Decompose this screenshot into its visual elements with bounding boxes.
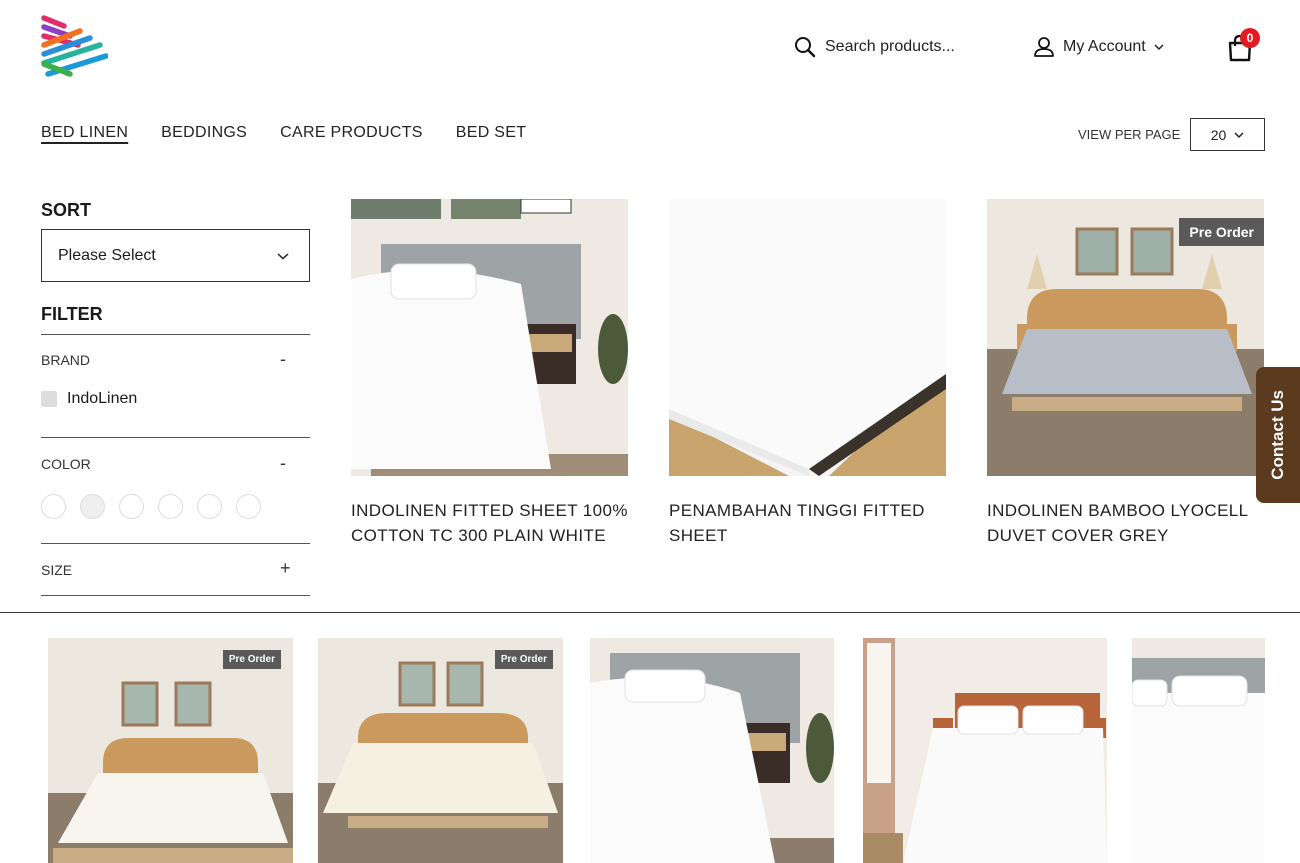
color-swatch[interactable] [236, 494, 261, 519]
product-card[interactable]: Pre Order INDOLINEN BAMBOO LYOCELL DUVET… [987, 199, 1264, 548]
product-card[interactable]: PENAMBAHAN TINGGI FITTED SHEET [669, 199, 946, 548]
category-nav: BED LINEN BEDDINGS CARE PRODUCTS BED SET [41, 124, 526, 142]
user-icon [1034, 37, 1054, 57]
view-per-page-value: 20 [1210, 126, 1227, 143]
sort-value: Please Select [58, 246, 156, 264]
color-swatch-white[interactable] [41, 494, 66, 519]
nav-beddings[interactable]: BEDDINGS [161, 124, 247, 142]
thumbnail-card[interactable]: Pre Order [318, 638, 563, 863]
section-divider [0, 612, 1300, 613]
search-placeholder: Search products... [825, 38, 955, 55]
view-per-page-label: VIEW PER PAGE [1078, 127, 1181, 142]
filter-heading: FILTER [41, 304, 103, 324]
view-per-page-select[interactable]: 20 [1190, 118, 1265, 151]
product-image[interactable]: Pre Order [987, 199, 1264, 476]
brand-filter-title[interactable]: BRAND [41, 352, 90, 368]
product-card[interactable]: INDOLINEN FITTED SHEET 100% COTTON TC 30… [351, 199, 628, 548]
size-expand-toggle[interactable]: + [280, 558, 291, 579]
chevron-down-icon [277, 252, 289, 260]
nav-care-products[interactable]: CARE PRODUCTS [280, 124, 423, 142]
pre-order-badge: Pre Order [222, 650, 281, 669]
pre-order-badge: Pre Order [494, 650, 553, 669]
color-collapse-toggle[interactable]: - [280, 453, 286, 474]
pre-order-badge: Pre Order [1179, 218, 1264, 246]
product-name[interactable]: INDOLINEN BAMBOO LYOCELL DUVET COVER GRE… [987, 498, 1264, 548]
chevron-down-icon [1234, 131, 1244, 138]
size-filter-title[interactable]: SIZE [41, 562, 72, 578]
sort-heading: SORT [41, 200, 92, 220]
account-label: My Account [1063, 38, 1146, 55]
thumbnail-card[interactable] [1132, 638, 1265, 863]
product-name[interactable]: INDOLINEN FITTED SHEET 100% COTTON TC 30… [351, 498, 628, 548]
contact-us-button[interactable]: Contact Us [1256, 367, 1300, 503]
divider [41, 334, 310, 335]
my-account-menu[interactable]: My Account [1033, 36, 1164, 58]
color-swatch[interactable] [119, 494, 144, 519]
brand-option-indolinen[interactable]: IndoLinen [41, 390, 137, 408]
nav-bed-set[interactable]: BED SET [456, 124, 527, 142]
divider [41, 595, 310, 596]
color-swatch-light-grey[interactable] [80, 494, 105, 519]
search-icon [795, 37, 816, 58]
color-swatch[interactable] [158, 494, 183, 519]
color-filter-title[interactable]: COLOR [41, 456, 91, 472]
search-box[interactable]: Search products... [794, 36, 955, 58]
product-image[interactable] [669, 199, 946, 476]
nav-bed-linen[interactable]: BED LINEN [41, 124, 128, 142]
product-image[interactable] [351, 199, 628, 476]
thumbnail-card[interactable]: Pre Order [48, 638, 293, 863]
brand-checkbox[interactable] [41, 391, 57, 407]
divider [41, 437, 310, 438]
chevron-down-icon [1154, 44, 1164, 51]
brand-logo[interactable] [40, 14, 108, 82]
product-name[interactable]: PENAMBAHAN TINGGI FITTED SHEET [669, 498, 946, 548]
brand-option-label: IndoLinen [67, 390, 138, 407]
contact-us-label: Contact Us [1268, 390, 1287, 480]
color-swatch[interactable] [197, 494, 222, 519]
thumbnail-card[interactable] [863, 638, 1107, 863]
sort-select[interactable]: Please Select [41, 229, 310, 282]
brand-collapse-toggle[interactable]: - [280, 349, 286, 370]
color-swatches [41, 494, 261, 519]
cart-count-badge: 0 [1240, 28, 1260, 48]
thumbnail-card[interactable] [590, 638, 834, 863]
divider [41, 543, 310, 544]
